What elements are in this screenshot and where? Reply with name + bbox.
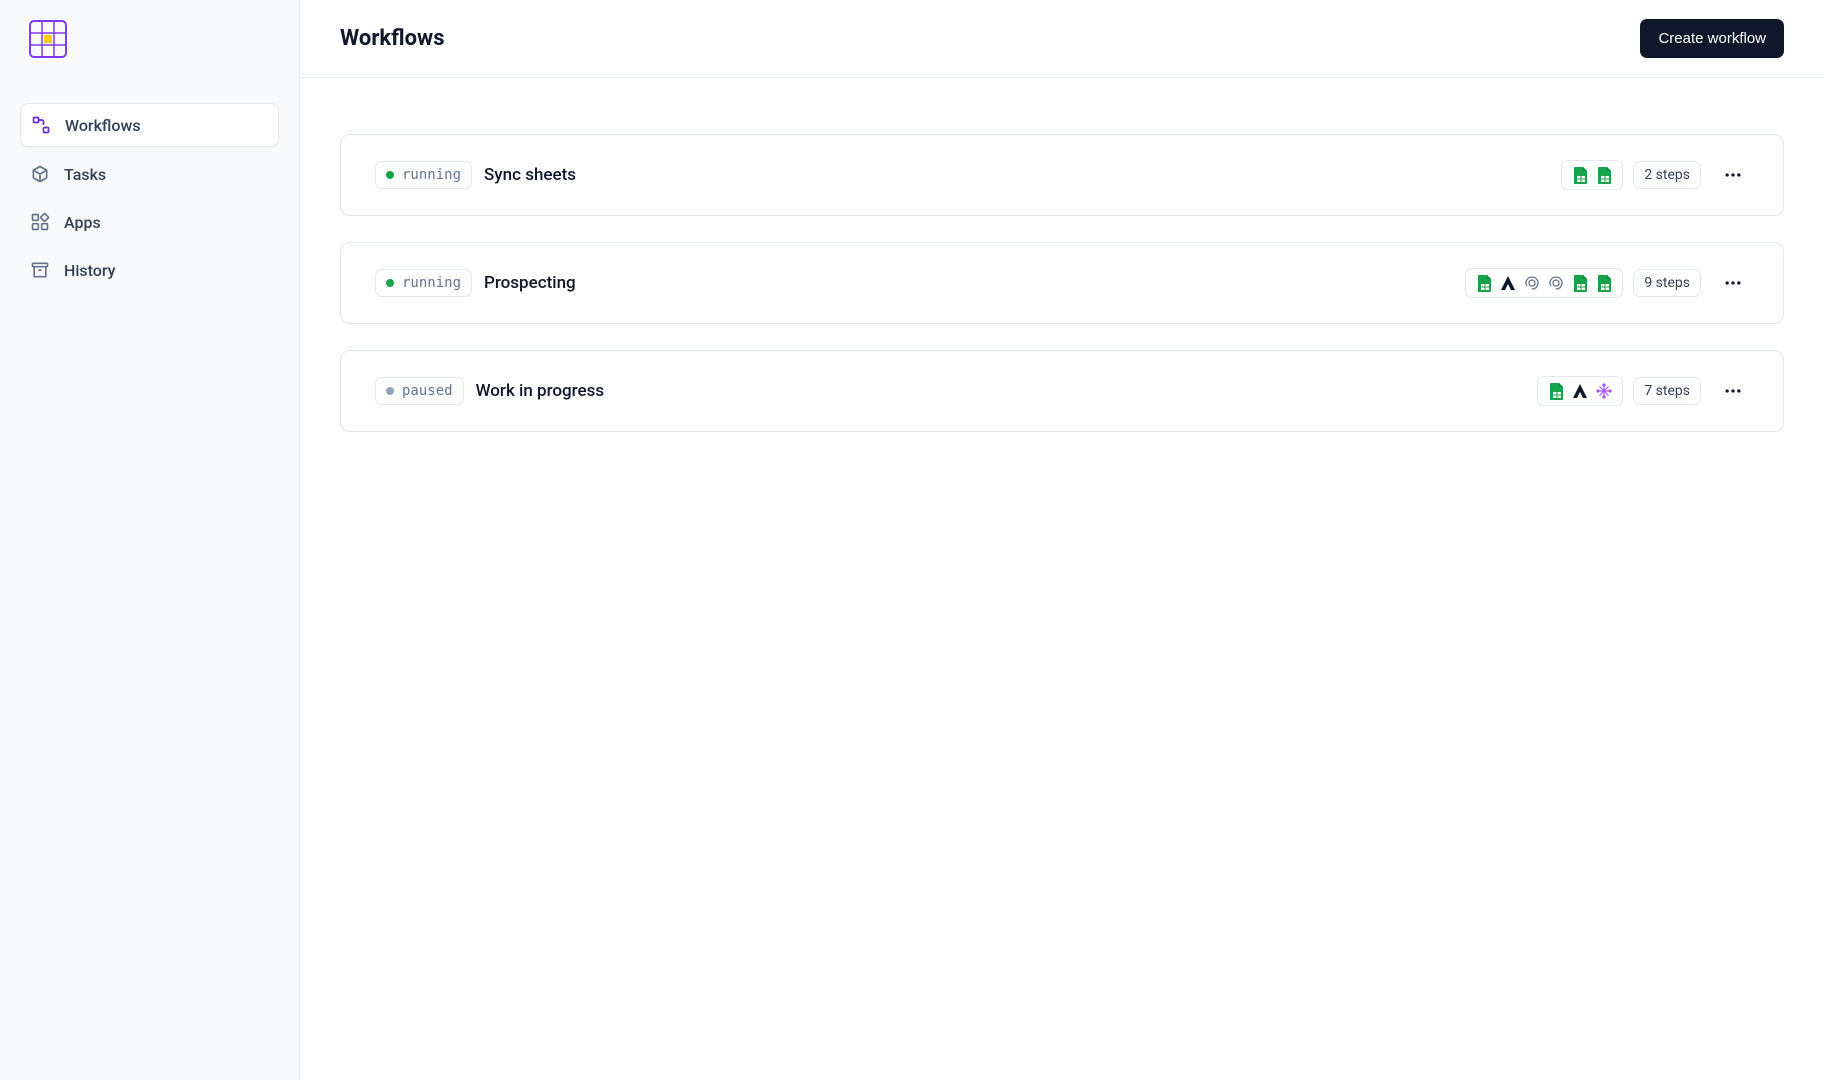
- card-right: 7 steps: [1537, 375, 1749, 407]
- card-right: 9 steps: [1465, 267, 1749, 299]
- card-left: running Sync sheets: [375, 161, 576, 189]
- app-icons: [1561, 160, 1623, 190]
- logo: [28, 19, 68, 59]
- header: Workflows Create workflow: [300, 0, 1824, 78]
- sidebar-item-label: Apps: [64, 213, 101, 232]
- status-label: running: [402, 275, 461, 291]
- nav: Workflows Tasks Apps History: [20, 103, 279, 291]
- status-dot: [386, 387, 394, 395]
- sidebar: Workflows Tasks Apps History: [0, 0, 300, 1080]
- page-title: Workflows: [340, 26, 445, 51]
- workflow-card[interactable]: running Prospecting 9 steps: [340, 242, 1784, 324]
- sheets-icon: [1546, 381, 1566, 401]
- sidebar-item-label: Workflows: [65, 116, 141, 135]
- workflow-name: Work in progress: [476, 381, 605, 401]
- card-left: running Prospecting: [375, 269, 576, 297]
- steps-badge: 2 steps: [1633, 161, 1701, 189]
- stackly-icon: [1594, 381, 1614, 401]
- workflow-list: running Sync sheets 2 steps running Prospect…: [300, 78, 1824, 488]
- more-button[interactable]: [1717, 267, 1749, 299]
- status-badge: running: [375, 161, 472, 189]
- main: Workflows Create workflow running Sync sh…: [300, 0, 1824, 1080]
- sheets-icon: [1594, 165, 1614, 185]
- card-right: 2 steps: [1561, 159, 1749, 191]
- status-badge: running: [375, 269, 472, 297]
- agent-icon: [1498, 273, 1518, 293]
- workflow-name: Prospecting: [484, 273, 576, 293]
- workflow-icon: [31, 115, 51, 135]
- sidebar-item-apps[interactable]: Apps: [20, 201, 279, 243]
- workflow-name: Sync sheets: [484, 165, 576, 185]
- sidebar-item-history[interactable]: History: [20, 249, 279, 291]
- sheets-icon: [1474, 273, 1494, 293]
- sidebar-item-tasks[interactable]: Tasks: [20, 153, 279, 195]
- status-dot: [386, 279, 394, 287]
- sidebar-item-label: History: [64, 261, 116, 280]
- apps-icon: [30, 212, 50, 232]
- workflow-card[interactable]: running Sync sheets 2 steps: [340, 134, 1784, 216]
- sheets-icon: [1570, 165, 1590, 185]
- status-label: paused: [402, 383, 453, 399]
- archive-icon: [30, 260, 50, 280]
- steps-badge: 9 steps: [1633, 269, 1701, 297]
- cube-icon: [30, 164, 50, 184]
- app-icons: [1537, 376, 1623, 406]
- openai-icon: [1546, 273, 1566, 293]
- sheets-icon: [1594, 273, 1614, 293]
- create-workflow-button[interactable]: Create workflow: [1640, 19, 1784, 58]
- more-button[interactable]: [1717, 159, 1749, 191]
- status-badge: paused: [375, 377, 464, 405]
- sidebar-item-workflows[interactable]: Workflows: [20, 103, 279, 147]
- openai-icon: [1522, 273, 1542, 293]
- steps-badge: 7 steps: [1633, 377, 1701, 405]
- status-dot: [386, 171, 394, 179]
- workflow-card[interactable]: paused Work in progress 7 steps: [340, 350, 1784, 432]
- more-button[interactable]: [1717, 375, 1749, 407]
- sidebar-item-label: Tasks: [64, 165, 106, 184]
- app-icons: [1465, 268, 1623, 298]
- card-left: paused Work in progress: [375, 377, 604, 405]
- status-label: running: [402, 167, 461, 183]
- sheets-icon: [1570, 273, 1590, 293]
- agent-icon: [1570, 381, 1590, 401]
